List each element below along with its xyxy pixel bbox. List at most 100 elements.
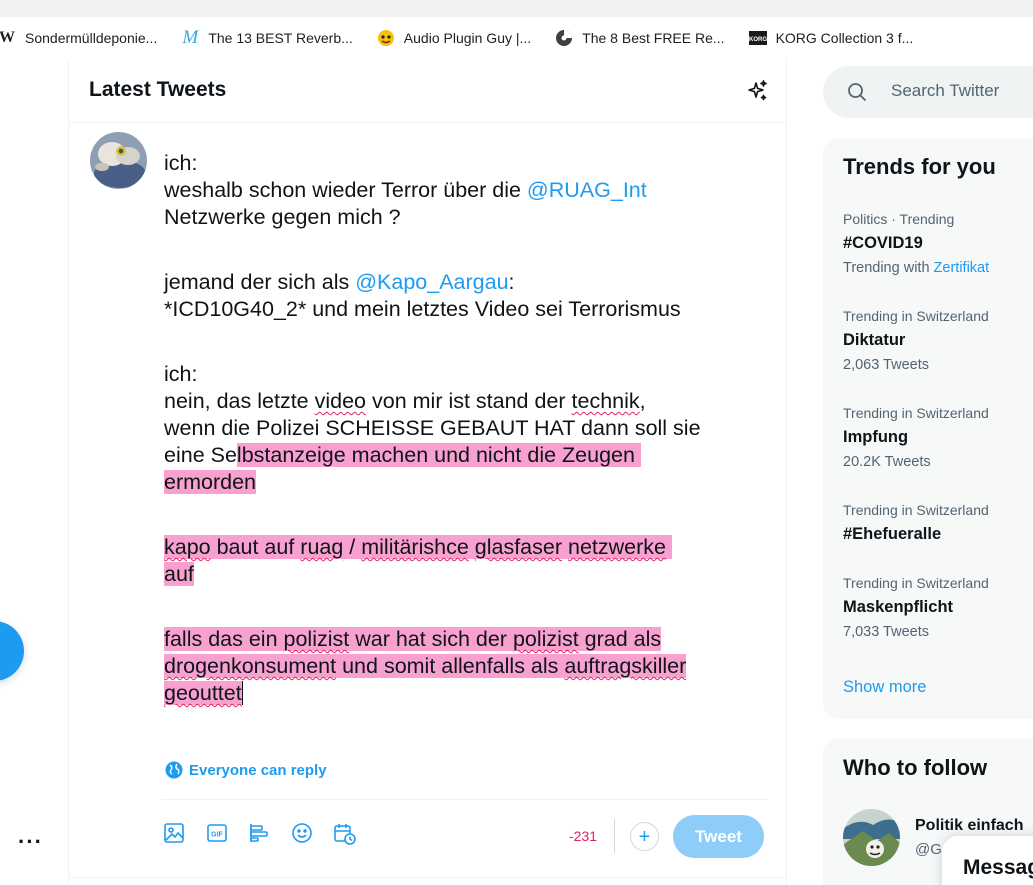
compose-line: jemand der sich als @Kapo_Aargau: bbox=[164, 269, 774, 296]
trends-panel: Trends for you Politics · Trending #COVI… bbox=[823, 138, 1033, 719]
misspelled-word: auftragskiller bbox=[564, 654, 687, 678]
schedule-icon[interactable] bbox=[333, 822, 357, 846]
compose-line: weshalb schon wieder Terror über die @RU… bbox=[164, 177, 774, 204]
suggested-user-handle: @G bbox=[915, 841, 942, 858]
compose-text: *ICD10G40_2* und mein letztes Video sei … bbox=[164, 297, 681, 321]
trend-item[interactable]: Trending in Switzerland Diktatur 2,063 T… bbox=[843, 307, 1033, 375]
compose-text: von mir ist stand der bbox=[366, 389, 572, 413]
compose-text: falls das ein bbox=[164, 627, 284, 651]
messages-drawer[interactable]: Messages bbox=[942, 836, 1033, 885]
avatar[interactable] bbox=[90, 132, 147, 189]
compose-text: eine Se bbox=[164, 443, 237, 467]
compose-line: falls das ein polizist war hat sich der … bbox=[164, 626, 774, 653]
svg-text:GIF: GIF bbox=[211, 832, 223, 839]
bookmark-label: Sondermülldeponie... bbox=[25, 30, 158, 46]
add-thread-button[interactable]: + bbox=[630, 822, 659, 851]
tweet-button[interactable]: Tweet bbox=[673, 815, 764, 858]
compose-line: *ICD10G40_2* und mein letztes Video sei … bbox=[164, 296, 774, 323]
trend-context: Politics · Trending bbox=[843, 211, 955, 227]
compose-text: war hat sich der bbox=[349, 627, 513, 651]
misspelled-word: technik bbox=[571, 389, 640, 413]
search-box[interactable]: Search Twitter bbox=[823, 66, 1033, 118]
trend-context: Trending in Switzerland bbox=[843, 405, 989, 421]
mention-link[interactable]: @Kapo_Aargau bbox=[355, 270, 508, 294]
trend-name: #COVID19 bbox=[843, 234, 923, 252]
wikipedia-icon: W bbox=[0, 29, 15, 46]
trend-related-link[interactable]: Zertifikat bbox=[934, 260, 990, 276]
globe-icon bbox=[165, 761, 183, 779]
compose-tweet-fab[interactable] bbox=[0, 621, 24, 681]
avatar[interactable] bbox=[843, 809, 900, 866]
reverb-site-icon: M bbox=[182, 27, 199, 48]
suggested-user-name[interactable]: Politik einfach bbox=[915, 817, 1023, 835]
compose-text: nein, das letzte bbox=[164, 389, 315, 413]
poll-icon[interactable] bbox=[248, 822, 272, 846]
trend-tweet-count: 7,033 Tweets bbox=[843, 624, 929, 640]
compose-text: Netzwerke gegen mich ? bbox=[164, 205, 401, 229]
compose-text: baut auf bbox=[210, 535, 301, 559]
reply-setting-button[interactable]: Everyone can reply bbox=[165, 761, 327, 779]
overflow-highlight: auf bbox=[164, 562, 194, 586]
bookmark-item[interactable]: The 8 Best FREE Re... bbox=[555, 29, 725, 47]
trend-name: Impfung bbox=[843, 428, 909, 446]
main-column: Latest Tweets ich: weshalb schon wieder … bbox=[68, 59, 787, 885]
trend-tweet-count: 2,063 Tweets bbox=[843, 357, 929, 373]
misspelled-word: video bbox=[314, 389, 367, 413]
trend-name: #Ehefueralle bbox=[843, 525, 942, 543]
bookmark-label: Audio Plugin Guy |... bbox=[403, 30, 532, 46]
bookmark-item[interactable]: W Sondermülldeponie... bbox=[0, 29, 157, 47]
trends-title: Trends for you bbox=[843, 154, 996, 179]
compose-line: ich: bbox=[164, 361, 774, 388]
plugin-guy-icon bbox=[377, 29, 395, 47]
compose-text: / bbox=[343, 535, 362, 559]
more-options-icon[interactable]: ··· bbox=[18, 831, 43, 853]
compose-line: eine Selbstanzeige machen und nicht die … bbox=[164, 442, 774, 469]
compose-line: kapo baut auf ruag / militärishce glasfa… bbox=[164, 534, 774, 561]
show-more-link[interactable]: Show more bbox=[843, 678, 926, 697]
bookmark-item[interactable]: KORG KORG Collection 3 f... bbox=[748, 29, 913, 47]
compose-text: grad als bbox=[578, 627, 662, 651]
disc-icon bbox=[555, 29, 573, 47]
main-header: Latest Tweets bbox=[69, 59, 787, 123]
compose-text: weshalb schon wieder Terror über die bbox=[164, 178, 527, 202]
misspelled-word: ruag bbox=[300, 535, 344, 559]
misspelled-word: glasfaser bbox=[474, 535, 563, 559]
search-input[interactable]: Search Twitter bbox=[891, 81, 999, 101]
trend-name: Diktatur bbox=[843, 331, 906, 349]
overflow-highlight: geouttet bbox=[164, 681, 242, 705]
trend-item[interactable]: Trending in Switzerland Impfung 20.2K Tw… bbox=[843, 404, 1033, 472]
bookmark-item[interactable]: Audio Plugin Guy |... bbox=[377, 29, 531, 47]
compose-text: ich: bbox=[164, 151, 198, 175]
compose-line: wenn die Polizei SCHEISSE GEBAUT HAT dan… bbox=[164, 415, 774, 442]
svg-text:KORG: KORG bbox=[749, 37, 767, 43]
divider bbox=[69, 877, 787, 878]
trend-meta: Trending with Zertifikat bbox=[843, 258, 1033, 278]
compose-text: jemand der sich als bbox=[164, 270, 356, 294]
overflow-highlight: ermorden bbox=[164, 470, 257, 494]
sparkle-icon[interactable] bbox=[745, 79, 769, 103]
trend-item[interactable]: Politics · Trending #COVID19 Trending wi… bbox=[843, 210, 1033, 278]
search-icon bbox=[848, 83, 867, 102]
reply-setting-label: Everyone can reply bbox=[189, 761, 327, 779]
trend-item[interactable]: Trending in Switzerland #Ehefueralle bbox=[843, 501, 1033, 545]
compose-line: ermorden bbox=[164, 469, 774, 496]
trend-name: Maskenpflicht bbox=[843, 598, 954, 616]
compose-line: nein, das letzte video von mir ist stand… bbox=[164, 388, 774, 415]
trend-item[interactable]: Trending in Switzerland Maskenpflicht 7,… bbox=[843, 574, 1033, 642]
who-to-follow-title: Who to follow bbox=[843, 755, 988, 780]
trend-context: Trending in Switzerland bbox=[843, 575, 989, 591]
compose-line: Netzwerke gegen mich ? bbox=[164, 204, 774, 231]
gif-icon[interactable]: GIF bbox=[206, 822, 230, 846]
messages-drawer-label: Messages bbox=[963, 856, 1033, 879]
emoji-icon[interactable] bbox=[291, 822, 315, 846]
bookmark-item[interactable]: M The 13 BEST Reverb... bbox=[181, 27, 352, 48]
image-icon[interactable] bbox=[163, 822, 187, 846]
bookmark-label: The 8 Best FREE Re... bbox=[582, 30, 725, 46]
tweet-composer[interactable]: ich: weshalb schon wieder Terror über di… bbox=[164, 150, 774, 707]
compose-text: ich: bbox=[164, 362, 198, 386]
text-caret bbox=[241, 681, 243, 705]
divider bbox=[161, 799, 768, 800]
misspelled-word: polizist bbox=[512, 627, 579, 651]
trend-context: Trending in Switzerland bbox=[843, 308, 989, 324]
mention-link[interactable]: @RUAG_Int bbox=[527, 178, 647, 202]
